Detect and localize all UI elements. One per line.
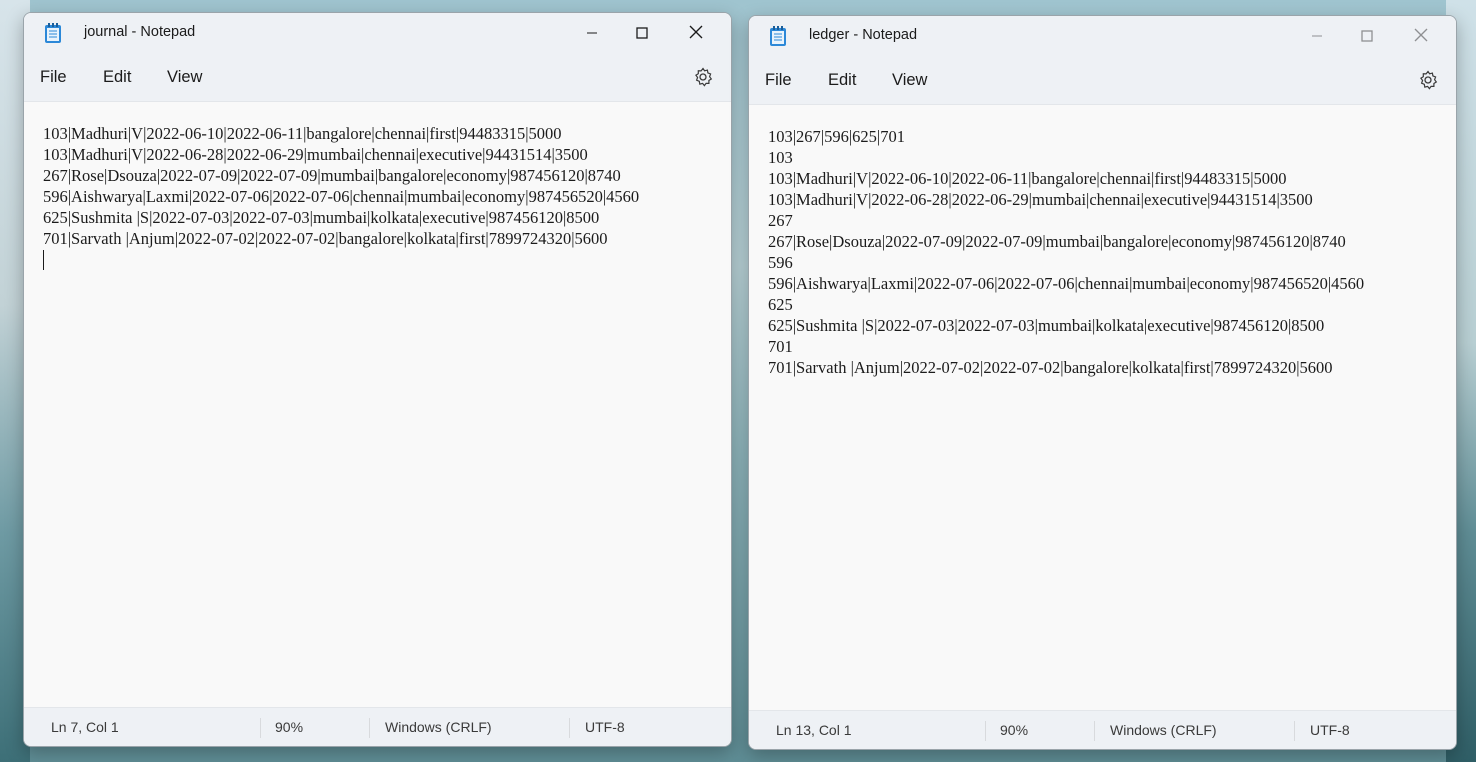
gear-icon[interactable] [693,67,713,87]
text-line: 701|Sarvath |Anjum|2022-07-02|2022-07-02… [43,229,608,248]
line-ending: Windows (CRLF) [385,719,492,735]
minimize-button[interactable] [569,13,615,53]
text-line: 596|Aishwarya|Laxmi|2022-07-06|2022-07-0… [43,187,640,206]
text-line: 625 [768,295,793,314]
text-line: 267 [768,211,793,230]
text-editor[interactable]: 103|Madhuri|V|2022-06-10|2022-06-11|bang… [24,102,731,708]
text-line: 103|Madhuri|V|2022-06-10|2022-06-11|bang… [43,124,562,143]
menu-view[interactable]: View [892,71,927,90]
maximize-icon [636,24,648,43]
notepad-icon [44,22,62,44]
close-button[interactable] [1398,16,1444,56]
text-line: 625|Sushmita |S|2022-07-03|2022-07-03|mu… [768,316,1325,335]
gear-icon[interactable] [1418,70,1438,90]
document-text: 103|Madhuri|V|2022-06-10|2022-06-11|bang… [43,123,639,249]
encoding: UTF-8 [1310,722,1350,738]
encoding: UTF-8 [585,719,625,735]
menu-view[interactable]: View [167,68,202,87]
zoom-level: 90% [275,719,304,735]
document-text: 103|267|596|625|701 103 103|Madhuri|V|2022… [768,126,1364,378]
text-line: 103|Madhuri|V|2022-06-28|2022-06-29|mumb… [43,145,588,164]
status-divider [260,718,261,738]
status-divider [569,718,570,738]
status-bar: Ln 7, Col 1 90% Windows (CRLF) UTF-8 [24,707,731,746]
zoom-level: 90% [1000,722,1029,738]
close-icon [689,24,703,43]
menu-file[interactable]: File [765,71,792,90]
text-line: 701 [768,337,793,356]
text-line: 267|Rose|Dsouza|2022-07-09|2022-07-09|mu… [768,232,1346,251]
menu-file[interactable]: File [40,68,67,87]
text-caret [43,250,44,270]
minimize-button[interactable] [1294,16,1340,56]
maximize-button[interactable] [619,13,665,53]
text-line: 701|Sarvath |Anjum|2022-07-02|2022-07-02… [768,358,1333,377]
minimize-icon [1311,27,1323,46]
journal-notepad-window[interactable]: journal - Notepad File Edit View 103|Mad… [23,12,732,747]
window-title: ledger - Notepad [809,27,918,43]
minimize-icon [586,24,598,43]
menu-edit[interactable]: Edit [103,68,131,87]
close-button[interactable] [673,13,719,53]
cursor-position: Ln 13, Col 1 [776,722,852,738]
text-editor[interactable]: 103|267|596|625|701 103 103|Madhuri|V|2022… [749,105,1456,711]
status-bar: Ln 13, Col 1 90% Windows (CRLF) UTF-8 [749,710,1456,749]
text-line: 103|267|596|625|701 [768,127,905,146]
text-line: 625|Sushmita |S|2022-07-03|2022-07-03|mu… [43,208,600,227]
status-divider [985,721,986,741]
menu-edit[interactable]: Edit [828,71,856,90]
menu-bar: File Edit View [749,56,1456,105]
text-line: 596|Aishwarya|Laxmi|2022-07-06|2022-07-0… [768,274,1365,293]
status-divider [369,718,370,738]
text-line: 103|Madhuri|V|2022-06-10|2022-06-11|bang… [768,169,1287,188]
status-divider [1294,721,1295,741]
ledger-notepad-window[interactable]: ledger - Notepad File Edit View 103|267|… [748,15,1457,750]
close-icon [1414,27,1428,46]
window-title: journal - Notepad [84,24,196,40]
line-ending: Windows (CRLF) [1110,722,1217,738]
notepad-icon [769,25,787,47]
title-bar[interactable]: ledger - Notepad [749,16,1456,56]
text-line: 103|Madhuri|V|2022-06-28|2022-06-29|mumb… [768,190,1313,209]
title-bar[interactable]: journal - Notepad [24,13,731,53]
menu-bar: File Edit View [24,53,731,102]
text-line: 596 [768,253,793,272]
text-line: 267|Rose|Dsouza|2022-07-09|2022-07-09|mu… [43,166,621,185]
maximize-icon [1361,27,1373,46]
cursor-position: Ln 7, Col 1 [51,719,119,735]
maximize-button[interactable] [1344,16,1390,56]
text-line: 103 [768,148,793,167]
status-divider [1094,721,1095,741]
